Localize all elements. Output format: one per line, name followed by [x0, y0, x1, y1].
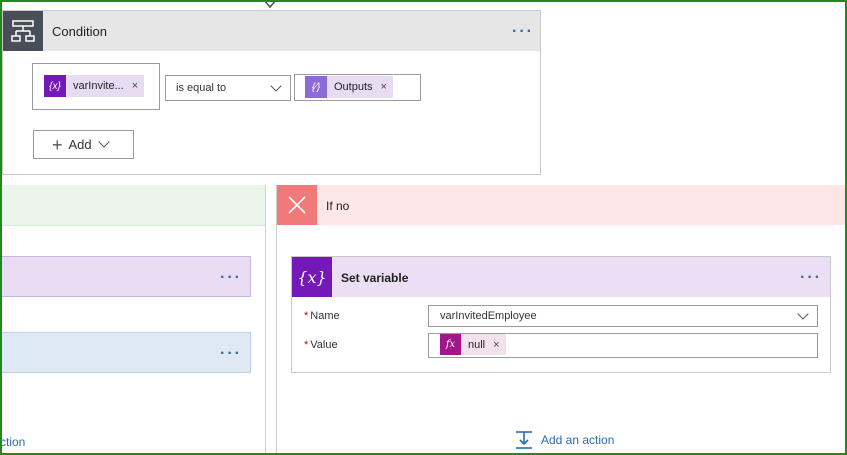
set-variable-title: Set variable — [341, 271, 409, 285]
value-field-label: * Value — [304, 339, 338, 351]
condition-header[interactable]: Condition ··· — [3, 11, 540, 51]
token-label: null — [468, 338, 486, 351]
name-field-label: * Name — [304, 310, 340, 322]
action-more-button[interactable]: ··· — [220, 346, 242, 362]
add-action-icon — [516, 431, 532, 449]
expression-icon: fx — [440, 334, 461, 355]
chevron-down-icon — [270, 80, 282, 92]
set-variable-card[interactable]: {x} Set variable ··· * Name varInvitedEmp… — [291, 256, 831, 373]
add-an-action-label: Add an action — [541, 433, 615, 447]
plus-icon: + — [52, 134, 63, 155]
if-yes-action-card-2[interactable]: ··· — [0, 332, 251, 373]
add-button[interactable]: + Add — [33, 130, 134, 159]
if-yes-add-action-link[interactable]: ction — [0, 435, 25, 449]
var-invited-token[interactable]: {x} varInvite... × — [44, 75, 145, 97]
action-more-button[interactable]: ··· — [220, 270, 242, 286]
condition-icon — [3, 11, 43, 51]
required-mark: * — [304, 310, 309, 322]
operator-value: is equal to — [176, 82, 227, 94]
null-expression-token[interactable]: fx null × — [440, 334, 506, 355]
close-icon — [277, 185, 317, 225]
outputs-token[interactable]: {⁄} Outputs × — [305, 76, 393, 98]
if-no-label: If no — [326, 199, 350, 213]
add-an-action-link[interactable]: Add an action — [514, 430, 614, 450]
set-variable-header[interactable]: {x} Set variable ··· — [292, 257, 830, 297]
operator-select[interactable]: is equal to — [165, 75, 291, 101]
token-label: varInvite... — [73, 80, 124, 92]
token-remove-icon[interactable]: × — [493, 339, 499, 351]
condition-more-button[interactable]: ··· — [512, 24, 534, 40]
if-yes-header[interactable] — [0, 185, 265, 226]
token-remove-icon[interactable]: × — [132, 80, 138, 92]
chevron-down-icon — [797, 308, 809, 320]
condition-title: Condition — [52, 24, 107, 39]
if-yes-branch: ··· ··· ction — [0, 185, 266, 455]
if-yes-action-card[interactable]: ··· — [0, 256, 251, 297]
add-label: Add — [68, 137, 92, 152]
name-select[interactable]: varInvitedEmployee — [428, 305, 818, 327]
chevron-down-icon — [97, 135, 110, 148]
required-mark: * — [304, 339, 309, 351]
token-label: Outputs — [334, 81, 373, 93]
set-variable-more-button[interactable]: ··· — [800, 270, 822, 286]
compose-icon: {⁄} — [305, 76, 327, 98]
variable-icon: {x} — [44, 75, 66, 97]
name-value: varInvitedEmployee — [440, 310, 537, 322]
token-remove-icon[interactable]: × — [381, 81, 387, 93]
variable-icon: {x} — [292, 257, 332, 297]
if-no-header[interactable]: If no — [277, 185, 847, 225]
connector-arrow-icon — [263, 0, 277, 9]
